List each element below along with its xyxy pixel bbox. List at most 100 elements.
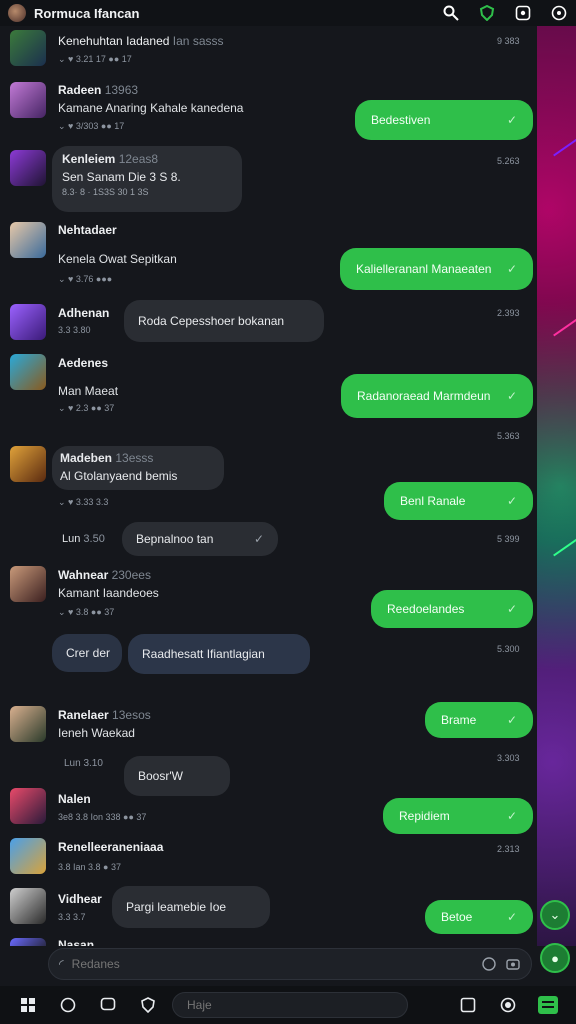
wallpaper-neon-line (553, 137, 576, 157)
outgoing-bubble[interactable]: Repidiem ✓ (383, 798, 533, 834)
message-list[interactable]: Kenehuhtan Iadaned Ian sasss ⌄ ♥ 3.21 17… (0, 26, 537, 946)
incoming-bubble[interactable]: Raadhesatt Ifiantlagian (128, 634, 310, 674)
double-check-icon: ✓ (506, 602, 517, 616)
taskbar-search-input[interactable] (185, 997, 395, 1013)
avatar[interactable] (10, 82, 46, 118)
message-sender: Kenehuhtan Iadaned Ian sasss (58, 34, 224, 48)
shield-icon[interactable] (478, 4, 496, 22)
network-icon[interactable] (514, 4, 532, 22)
message-time: 5 399 (497, 534, 520, 544)
window-icon[interactable] (458, 995, 478, 1015)
avatar[interactable] (10, 788, 46, 824)
avatar[interactable] (10, 446, 46, 482)
avatar[interactable] (10, 222, 46, 258)
app-tile-icon[interactable] (538, 995, 558, 1015)
avatar[interactable] (10, 566, 46, 602)
double-check-icon: ✓ (506, 713, 517, 727)
avatar[interactable] (10, 938, 46, 946)
message-meta: ⌄ ♥ 3.21 17 ●● 17 (58, 54, 132, 64)
message-sender: Ranelaer 13esos (58, 708, 151, 722)
message-sender: Vidhear (58, 892, 102, 906)
double-check-icon: ✓ (506, 809, 517, 823)
avatar[interactable] (10, 30, 46, 66)
taskbar-search[interactable] (172, 992, 408, 1018)
message-text: Roda Cepesshoer bokanan (138, 314, 285, 328)
message-sender: Aedenes (58, 356, 109, 370)
incoming-bubble[interactable]: Bepnalnoo tan ✓ (122, 522, 278, 556)
double-check-icon: ✓ (506, 910, 517, 924)
message-meta: 3.8 Ian 3.8 ● 37 (58, 862, 121, 872)
message-text: Ieneh Waekad (58, 726, 135, 740)
message-sender: Nalen (58, 792, 91, 806)
incoming-bubble[interactable]: Madeben 13esss Al Gtolanyaend bemis (52, 446, 224, 490)
outgoing-bubble[interactable]: Benl Ranale ✓ (384, 482, 533, 520)
location-button[interactable]: ● (540, 943, 570, 973)
message-meta: 8.3· 8 · 1S3S 30 1 3S (62, 187, 149, 197)
outgoing-text: Bedestiven (371, 113, 431, 127)
double-check-icon: ✓ (506, 113, 517, 127)
incoming-bubble[interactable]: Pargi leamebie Ioe (112, 886, 270, 928)
message-text: Pargi leamebie Ioe (126, 900, 227, 914)
chat-icon[interactable] (98, 995, 118, 1015)
message-text: Kenela Owat Sepitkan (58, 252, 177, 266)
avatar[interactable] (10, 706, 46, 742)
avatar[interactable] (10, 150, 46, 186)
message-text: Kamant Iaandeoes (58, 586, 159, 600)
message-meta: Lun 3.10 (64, 758, 103, 769)
avatar[interactable] (10, 888, 46, 924)
pin-icon: ● (551, 950, 559, 966)
message-meta: Lun 3.50 (62, 533, 105, 545)
compose-bar: ◜ (48, 948, 532, 980)
avatar[interactable] (10, 304, 46, 340)
message-meta: ⌄ ♥ 3.33 3.3 (58, 497, 109, 507)
outgoing-text: Repidiem (399, 809, 450, 823)
message-time: 3.303 (497, 753, 520, 763)
grid-icon[interactable] (18, 995, 38, 1015)
incoming-bubble[interactable]: Kenleiem 12eas8 Sen Sanam Die 3 S 8. 8.3… (52, 146, 242, 212)
outgoing-bubble[interactable]: Betoe ✓ (425, 900, 533, 934)
attach-icon[interactable]: ◜ (59, 957, 64, 971)
message-sender: Adhenan (58, 306, 110, 320)
message-sender: Nehtadaer (58, 223, 117, 237)
avatar[interactable] (10, 354, 46, 390)
settings-icon[interactable] (550, 4, 568, 22)
incoming-bubble[interactable]: Roda Cepesshoer bokanan (124, 300, 324, 342)
bottom-bar (0, 986, 576, 1024)
incoming-bubble[interactable]: Crer der (52, 634, 122, 672)
message-meta: ⌄ ♥ 3.76 ●●● (58, 274, 113, 284)
chevron-down-icon: ⌄ (549, 907, 561, 922)
outgoing-bubble[interactable]: Kaliellerananl Manaeaten ✓ (340, 248, 533, 290)
avatar[interactable] (10, 838, 46, 874)
outgoing-text: Brame (441, 713, 477, 727)
wallpaper-neon-line (553, 317, 576, 337)
outgoing-bubble[interactable]: Reedoelandes ✓ (371, 590, 533, 628)
double-check-icon: ✓ (506, 262, 517, 276)
incoming-bubble[interactable]: Boosr'W (124, 756, 230, 796)
scroll-down-button[interactable]: ⌄ (540, 900, 570, 930)
message-meta: ⌄ ♥ 3/303 ●● 17 (58, 121, 125, 131)
outgoing-bubble[interactable]: Brame ✓ (425, 702, 533, 738)
emoji-icon[interactable] (481, 956, 497, 972)
app-title: Rormuca Ifancan (34, 5, 140, 21)
message-text: Man Maeat (58, 384, 119, 398)
search-icon[interactable] (442, 4, 460, 22)
message-time: 5.263 (497, 156, 520, 166)
message-text: Sen Sanam Die 3 S 8. (62, 170, 181, 184)
home-icon[interactable] (58, 995, 78, 1015)
message-meta: ⌄ ♥ 2.3 ●● 37 (58, 403, 115, 413)
message-text: Crer der (66, 646, 111, 660)
message-input[interactable] (69, 956, 473, 972)
message-time: 2.313 (497, 844, 520, 854)
message-text: Kamane Anaring Kahale kanedena (58, 101, 244, 115)
message-meta: 3.3 3.80 (58, 325, 91, 335)
shield-icon[interactable] (138, 995, 158, 1015)
message-sender: Nasan (58, 938, 95, 946)
message-text: Boosr'W (138, 769, 183, 783)
outgoing-bubble[interactable]: Bedestiven ✓ (355, 100, 533, 140)
outgoing-text: Benl Ranale (400, 494, 466, 508)
message-sender: Madeben 13esss (60, 451, 154, 465)
record-icon[interactable] (498, 995, 518, 1015)
camera-icon[interactable] (505, 956, 521, 972)
outgoing-bubble[interactable]: Radanoraead Marmdeun ✓ (341, 374, 533, 418)
message-time: 5.300 (497, 644, 520, 654)
